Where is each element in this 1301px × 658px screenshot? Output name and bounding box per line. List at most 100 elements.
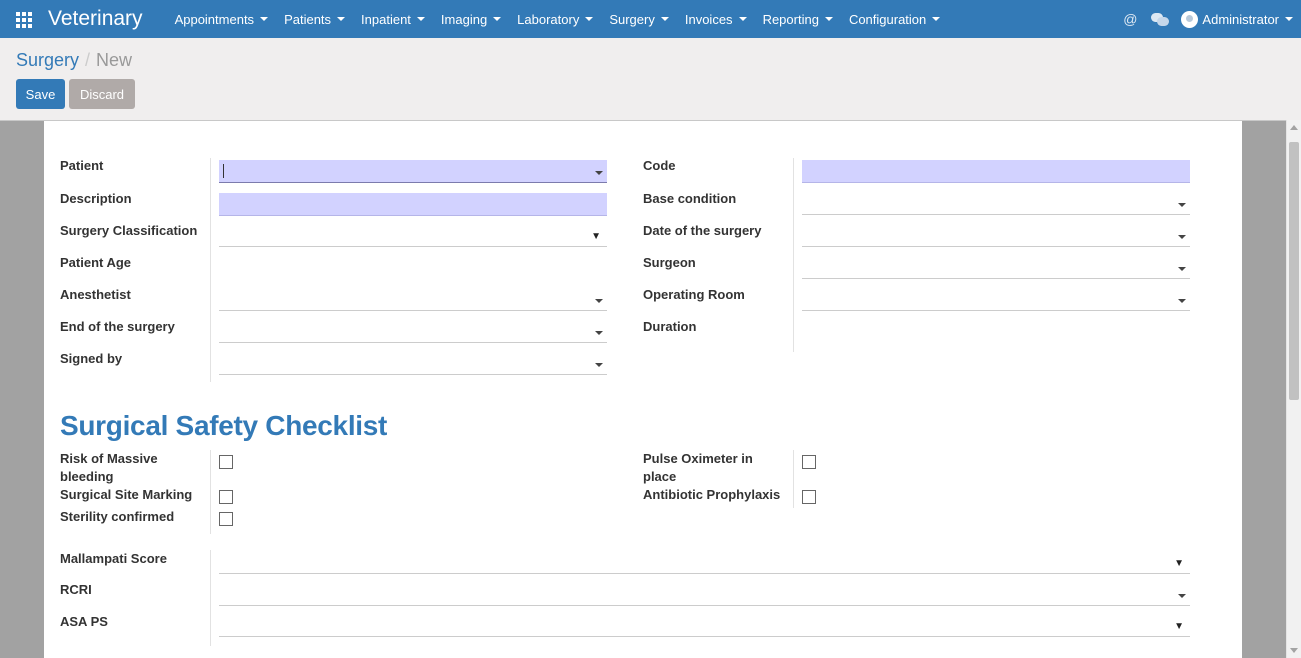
menu-appointments[interactable]: Appointments (167, 12, 277, 27)
duration-label: Duration (643, 319, 697, 334)
end-of-surgery-field[interactable] (219, 320, 607, 343)
menu-label: Appointments (174, 11, 255, 27)
surgery-classification-select[interactable]: ▼ (219, 224, 607, 247)
caret-down-icon (260, 17, 269, 21)
patient-field[interactable] (219, 160, 607, 183)
site-marking-checkbox[interactable] (219, 490, 233, 504)
anesthetist-field[interactable] (219, 288, 607, 311)
mentions-icon[interactable]: @ (1123, 11, 1137, 27)
caret-down-icon (738, 17, 747, 21)
anesthetist-label: Anesthetist (60, 287, 131, 302)
surgeon-field[interactable] (802, 256, 1190, 279)
caret-down-icon (1178, 267, 1186, 271)
column-separator (793, 450, 794, 508)
menu-label: Invoices (684, 11, 733, 27)
messaging-icon[interactable] (1151, 12, 1170, 26)
select-arrow-icon: ▼ (591, 231, 601, 242)
breadcrumb-surgery-link[interactable]: Surgery (16, 50, 79, 70)
main-menu: Appointments Patients Inpatient Imaging … (167, 12, 949, 27)
date-of-surgery-label: Date of the surgery (643, 223, 762, 238)
surgeon-label: Surgeon (643, 255, 696, 270)
patient-label: Patient (60, 158, 104, 173)
mallampati-select[interactable]: ▼ (219, 551, 1190, 574)
menu-label: Imaging (440, 11, 488, 27)
rcri-field[interactable] (219, 583, 1190, 606)
breadcrumb-separator: / (85, 50, 91, 70)
massive-bleeding-label-line2: bleeding (60, 469, 114, 484)
column-separator (793, 158, 794, 352)
apps-menu-icon[interactable] (16, 12, 34, 28)
caret-down-icon (660, 17, 669, 21)
column-separator (210, 158, 211, 382)
caret-down-icon (585, 17, 594, 21)
discard-button[interactable]: Discard (69, 79, 135, 109)
caret-down-icon (1178, 203, 1186, 207)
signed-by-label: Signed by (60, 351, 123, 366)
menu-configuration[interactable]: Configuration (841, 12, 948, 27)
caret-down-icon (1178, 299, 1186, 303)
breadcrumb-current: New (96, 50, 133, 70)
menu-label: Laboratory (517, 11, 580, 27)
menu-label: Inpatient (361, 11, 411, 27)
patient-age-label: Patient Age (60, 255, 132, 270)
navbar-right: @ Administrator (1123, 0, 1293, 38)
antibiotic-label: Antibiotic Prophylaxis (643, 487, 781, 502)
menu-imaging[interactable]: Imaging (433, 12, 509, 27)
sterility-label: Sterility confirmed (60, 509, 175, 524)
menu-patients[interactable]: Patients (276, 12, 353, 27)
checklist-title: Surgical Safety Checklist (60, 410, 388, 441)
scroll-up-arrow-icon[interactable] (1290, 125, 1298, 130)
asa-ps-label: ASA PS (60, 614, 108, 629)
menu-label: Patients (284, 11, 332, 27)
rcri-label: RCRI (60, 582, 92, 597)
column-separator (210, 550, 211, 646)
code-label: Code (643, 158, 676, 173)
caret-down-icon (493, 17, 502, 21)
code-field[interactable] (802, 160, 1190, 183)
top-navbar: Veterinary Appointments Patients Inpatie… (0, 0, 1301, 38)
select-arrow-icon: ▼ (1174, 558, 1184, 569)
text-cursor (223, 164, 224, 178)
menu-laboratory[interactable]: Laboratory (509, 12, 601, 27)
save-button[interactable]: Save (16, 79, 65, 109)
menu-invoices[interactable]: Invoices (677, 12, 755, 27)
base-condition-field[interactable] (802, 192, 1190, 215)
signed-by-field[interactable] (219, 352, 607, 375)
caret-down-icon (595, 171, 603, 175)
asa-ps-select[interactable]: ▼ (219, 614, 1190, 637)
menu-label: Configuration (848, 11, 927, 27)
site-marking-label: Surgical Site Marking (60, 487, 193, 502)
surgery-classification-label: Surgery Classification (60, 223, 198, 238)
end-of-surgery-label: End of the surgery (60, 319, 175, 334)
base-condition-label: Base condition (643, 191, 737, 206)
caret-down-icon (1178, 235, 1186, 239)
operating-room-field[interactable] (802, 288, 1190, 311)
user-menu[interactable]: Administrator (1202, 12, 1279, 27)
vertical-scrollbar[interactable] (1286, 120, 1301, 658)
caret-down-icon (595, 331, 603, 335)
scrollbar-thumb[interactable] (1289, 142, 1299, 400)
massive-bleeding-checkbox[interactable] (219, 455, 233, 469)
scroll-down-arrow-icon[interactable] (1290, 648, 1298, 653)
description-field[interactable] (219, 193, 607, 216)
menu-reporting[interactable]: Reporting (755, 12, 841, 27)
operating-room-label: Operating Room (643, 287, 745, 302)
pulse-oximeter-checkbox[interactable] (802, 455, 816, 469)
caret-down-icon (595, 363, 603, 367)
avatar[interactable] (1181, 10, 1199, 28)
mallampati-label: Mallampati Score (60, 551, 167, 566)
caret-down-icon (1285, 17, 1293, 21)
caret-down-icon (932, 17, 941, 21)
caret-down-icon (416, 17, 425, 21)
antibiotic-checkbox[interactable] (802, 490, 816, 504)
menu-label: Reporting (762, 11, 819, 27)
menu-label: Surgery (609, 11, 655, 27)
app-brand[interactable]: Veterinary (48, 7, 143, 31)
sterility-checkbox[interactable] (219, 512, 233, 526)
caret-down-icon (337, 17, 346, 21)
menu-inpatient[interactable]: Inpatient (353, 12, 433, 27)
caret-down-icon (824, 17, 833, 21)
select-arrow-icon: ▼ (1174, 621, 1184, 632)
menu-surgery[interactable]: Surgery (601, 12, 677, 27)
date-of-surgery-field[interactable] (802, 224, 1190, 247)
